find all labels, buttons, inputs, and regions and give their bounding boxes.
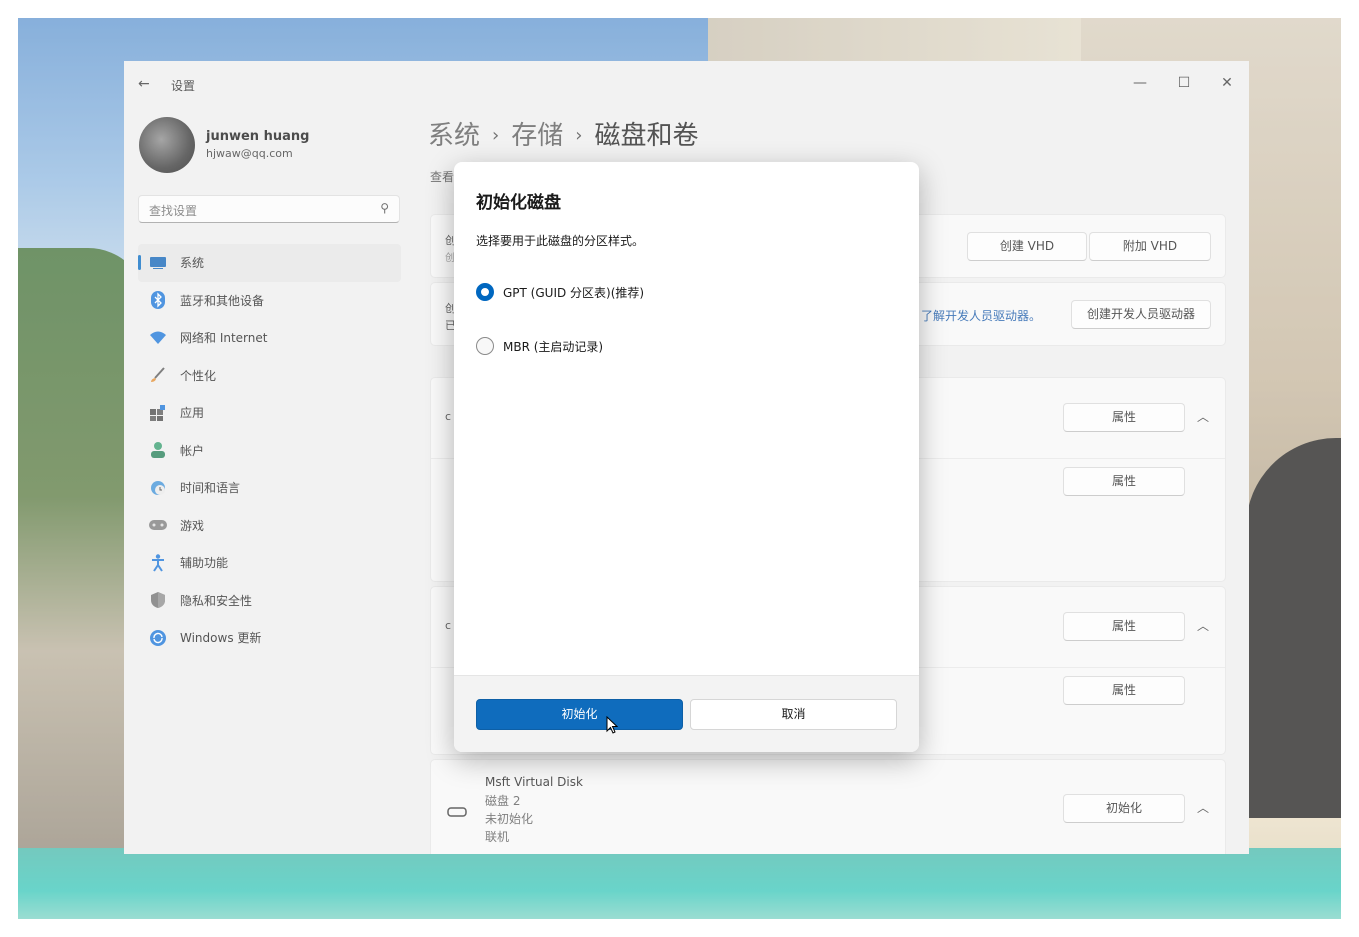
dialog-instruction: 选择要用于此磁盘的分区样式。 (476, 234, 645, 248)
radio-unselected-icon[interactable] (476, 337, 494, 355)
dialog-footer: 初始化 取消 (454, 675, 919, 752)
mbr-radio-option[interactable]: MBR (主启动记录) (476, 337, 603, 355)
radio-selected-icon[interactable] (476, 283, 494, 301)
cancel-button[interactable]: 取消 (690, 699, 897, 730)
gpt-radio-option[interactable]: GPT (GUID 分区表)(推荐) (476, 283, 644, 301)
dialog-title: 初始化磁盘 (476, 193, 561, 213)
initialize-disk-dialog: 初始化磁盘 选择要用于此磁盘的分区样式。 GPT (GUID 分区表)(推荐) … (454, 162, 919, 752)
initialize-button[interactable]: 初始化 (476, 699, 683, 730)
gpt-option-label: GPT (GUID 分区表)(推荐) (503, 285, 645, 300)
mbr-option-label: MBR (主启动记录) (503, 339, 604, 354)
mouse-pointer-icon (606, 715, 619, 738)
